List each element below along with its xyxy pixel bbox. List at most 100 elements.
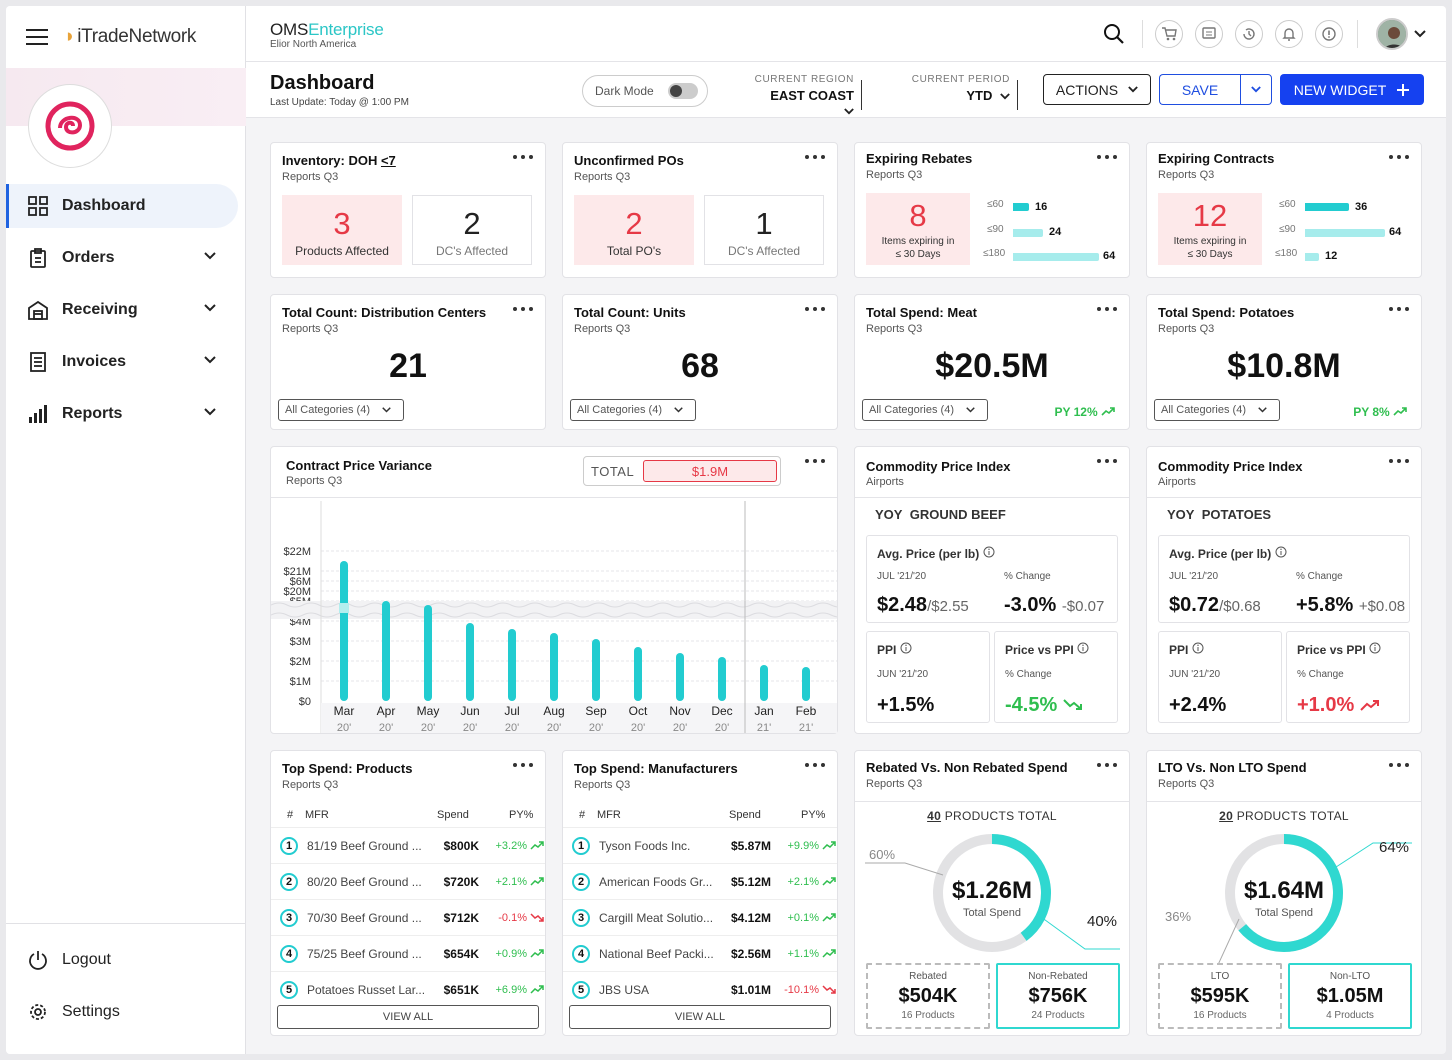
table-row[interactable]: 2 80/20 Beef Ground ... $720K +2.1%: [271, 863, 545, 899]
chevron-down-icon[interactable]: [204, 304, 216, 312]
category-select[interactable]: All Categories (4): [570, 399, 696, 421]
more-options-icon[interactable]: [1389, 155, 1409, 161]
more-options-icon[interactable]: [805, 307, 825, 313]
chevron-down-icon[interactable]: [204, 356, 216, 364]
period-selector[interactable]: CURRENT PERIOD YTD: [910, 74, 1018, 110]
sidebar-item-receiving[interactable]: Receiving: [6, 288, 246, 332]
products-affected-stat[interactable]: 3 Products Affected: [282, 195, 402, 265]
dark-mode-toggle[interactable]: Dark Mode: [582, 75, 708, 107]
info-icon[interactable]: [1077, 642, 1089, 654]
more-options-icon[interactable]: [1097, 155, 1117, 161]
lto-box[interactable]: LTO $595K 16 Products: [1158, 963, 1282, 1029]
bell-icon[interactable]: [1275, 20, 1303, 48]
products-count[interactable]: 20: [1219, 809, 1233, 823]
save-options-button[interactable]: [1240, 74, 1272, 105]
expiring-items-stat[interactable]: 8 Items expiring in ≤ 30 Days: [866, 193, 970, 265]
more-options-icon[interactable]: [1097, 307, 1117, 313]
more-options-icon[interactable]: [1389, 459, 1409, 465]
table-row[interactable]: 4 National Beef Packi... $2.56M +1.1%: [563, 935, 837, 971]
non-lto-box[interactable]: Non-LTO $1.05M 4 Products: [1288, 963, 1412, 1029]
more-options-icon[interactable]: [805, 155, 825, 161]
products-count[interactable]: 40: [927, 809, 941, 823]
more-options-icon[interactable]: [1389, 307, 1409, 313]
category-select[interactable]: All Categories (4): [1154, 399, 1280, 421]
sidebar-item-orders[interactable]: Orders: [6, 236, 246, 280]
avg-price-value: $2.48/$2.55: [877, 594, 969, 617]
view-all-button[interactable]: VIEW ALL: [569, 1005, 831, 1029]
table-row[interactable]: 3 Cargill Meat Solutio... $4.12M +0.1%: [563, 899, 837, 935]
alert-icon[interactable]: [1315, 20, 1343, 48]
ppi-box[interactable]: PPI JUN '21/'20 +2.4%: [1158, 631, 1282, 723]
card-subtitle: Reports Q3: [1158, 778, 1215, 790]
toggle-switch[interactable]: [667, 83, 698, 99]
expiring-items-stat[interactable]: 12 Items expiring in ≤ 30 Days: [1158, 193, 1262, 265]
actions-button[interactable]: ACTIONS: [1043, 74, 1151, 105]
table-row[interactable]: 1 81/19 Beef Ground ... $800K +3.2%: [271, 827, 545, 863]
total-pos-stat[interactable]: 2 Total PO's: [574, 195, 694, 265]
info-icon[interactable]: [1275, 546, 1287, 558]
new-widget-button[interactable]: NEW WIDGET: [1280, 74, 1424, 105]
chevron-down-icon[interactable]: [1414, 30, 1426, 38]
card-subtitle: Reports Q3: [1158, 169, 1215, 181]
card-subtitle: Reports Q3: [866, 323, 923, 335]
app-window: ◗ iTradeNetwork Dashboard Orders Receivin…: [6, 6, 1446, 1054]
more-options-icon[interactable]: [513, 763, 533, 769]
sidebar-item-dashboard[interactable]: Dashboard: [6, 184, 238, 228]
commodity-name: GROUND BEEF: [909, 507, 1006, 522]
region-selector[interactable]: CURRENT REGION EAST COAST: [754, 74, 862, 118]
category-select[interactable]: All Categories (4): [278, 399, 404, 421]
more-options-icon[interactable]: [805, 459, 825, 465]
more-options-icon[interactable]: [1389, 763, 1409, 769]
cpi-beef-card: Commodity Price Index Airports YOY GROUN…: [854, 446, 1130, 734]
cart-icon[interactable]: [1155, 20, 1183, 48]
dcs-affected-stat[interactable]: 1 DC's Affected: [704, 195, 824, 265]
chevron-down-icon[interactable]: [204, 408, 216, 416]
column-header: PY%: [801, 809, 826, 821]
doh-link[interactable]: <7: [381, 153, 396, 168]
ppi-box[interactable]: PPI JUN '21/'20 +1.5%: [866, 631, 990, 723]
info-icon[interactable]: [1192, 642, 1204, 654]
save-button[interactable]: SAVE: [1159, 74, 1240, 105]
history-icon[interactable]: [1235, 20, 1263, 48]
chevron-down-icon[interactable]: [204, 252, 216, 260]
settings-button[interactable]: Settings: [6, 990, 246, 1034]
commodity-name: POTATOES: [1201, 507, 1272, 522]
info-icon[interactable]: [900, 642, 912, 654]
table-row[interactable]: 5 JBS USA $1.01M -10.1%: [563, 971, 837, 1007]
more-options-icon[interactable]: [1097, 459, 1117, 465]
table-row[interactable]: 1 Tyson Foods Inc. $5.87M +9.9%: [563, 827, 837, 863]
box-value: $756K: [1028, 985, 1088, 1007]
avg-price-box[interactable]: Avg. Price (per lb) JUL '21/'20 % Change…: [1158, 535, 1410, 623]
info-icon[interactable]: [1369, 642, 1381, 654]
rose-logo-icon: [45, 101, 95, 151]
table-row[interactable]: 4 75/25 Beef Ground ... $654K +0.9%: [271, 935, 545, 971]
price-vs-ppi-box[interactable]: Price vs PPI % Change +1.0%: [1286, 631, 1410, 723]
table-row[interactable]: 5 Potatoes Russet Lar... $651K +6.9%: [271, 971, 545, 1007]
menu-icon[interactable]: [26, 29, 48, 45]
search-icon[interactable]: [1100, 20, 1128, 48]
view-all-button[interactable]: VIEW ALL: [277, 1005, 539, 1029]
chevron-down-icon: [1258, 407, 1267, 413]
message-icon[interactable]: [1195, 20, 1223, 48]
dcs-affected-stat[interactable]: 2 DC's Affected: [412, 195, 532, 265]
card-title: Top Spend: Products: [282, 761, 413, 776]
category-select[interactable]: All Categories (4): [862, 399, 988, 421]
more-options-icon[interactable]: [513, 155, 533, 161]
table-row[interactable]: 3 70/30 Beef Ground ... $712K -0.1%: [271, 899, 545, 935]
rebated-box[interactable]: Rebated $504K 16 Products: [866, 963, 990, 1029]
ppi-value: +1.5%: [877, 694, 935, 716]
sidebar-item-invoices[interactable]: Invoices: [6, 340, 246, 384]
non-rebated-box[interactable]: Non-Rebated $756K 24 Products: [996, 963, 1120, 1029]
divider: [855, 497, 1129, 498]
user-avatar[interactable]: [1376, 18, 1408, 50]
more-options-icon[interactable]: [1097, 763, 1117, 769]
brand-logo[interactable]: ◗ iTradeNetwork: [64, 26, 196, 48]
price-vs-ppi-box[interactable]: Price vs PPI % Change -4.5%: [994, 631, 1118, 723]
more-options-icon[interactable]: [805, 763, 825, 769]
avg-price-box[interactable]: Avg. Price (per lb) JUL '21/'20 % Change…: [866, 535, 1118, 623]
more-options-icon[interactable]: [513, 307, 533, 313]
sidebar-item-reports[interactable]: Reports: [6, 392, 246, 436]
table-row[interactable]: 2 American Foods Gr... $5.12M +2.1%: [563, 863, 837, 899]
info-icon[interactable]: [983, 546, 995, 558]
logout-button[interactable]: Logout: [6, 938, 246, 982]
